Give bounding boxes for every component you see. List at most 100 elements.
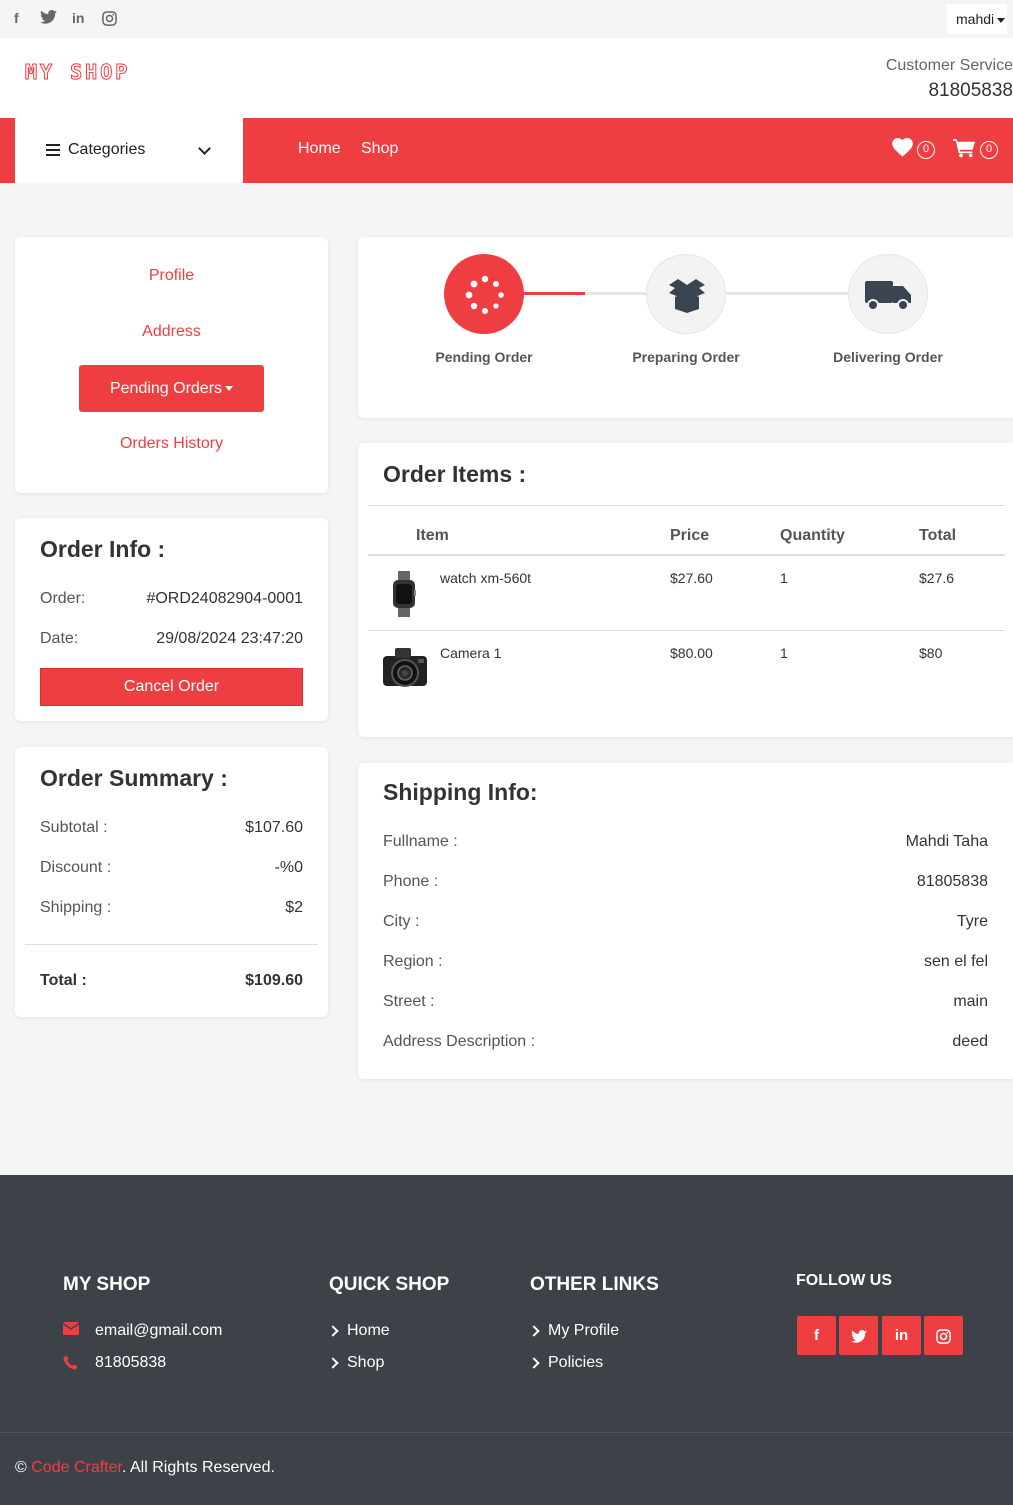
- step-pending: [444, 254, 524, 334]
- caret-down-icon: [997, 17, 1006, 23]
- spinner-icon: [465, 275, 504, 314]
- item-price: $27.60: [670, 570, 713, 586]
- menu-icon: [46, 144, 60, 156]
- street-value: main: [953, 993, 988, 1010]
- order-summary-card: Order Summary : Subtotal : $107.60 Disco…: [15, 747, 328, 1017]
- order-label: Order:: [40, 590, 86, 607]
- menu-profile[interactable]: Profile: [15, 267, 328, 285]
- city-value: Tyre: [956, 913, 988, 930]
- facebook-icon[interactable]: f: [14, 10, 19, 26]
- step-delivering: [848, 254, 928, 334]
- nav-home[interactable]: Home: [298, 140, 341, 158]
- nav-shop[interactable]: Shop: [361, 140, 398, 158]
- copyright-brand-link[interactable]: Code Crafter: [31, 1459, 122, 1476]
- customer-service-phone: 81805838: [928, 80, 1013, 101]
- item-price: $80.00: [670, 645, 713, 661]
- user-name: mahdi: [956, 11, 995, 27]
- table-header-border: [368, 554, 1005, 556]
- shipping-info-card: Shipping Info: Fullname : Mahdi Taha Pho…: [358, 763, 1013, 1079]
- footer-link-home[interactable]: Home: [347, 1322, 390, 1340]
- col-total: Total: [919, 527, 957, 544]
- twitter-icon[interactable]: [40, 10, 57, 27]
- footer-other-heading: OTHER LINKS: [530, 1274, 659, 1295]
- categories-dropdown[interactable]: Categories: [15, 118, 243, 183]
- caret-down-icon: [225, 386, 234, 392]
- copyright-text: . All Rights Reserved.: [121, 1459, 275, 1476]
- order-progress-card: Pending Order Preparing Order Delivering…: [358, 237, 1013, 418]
- watch-icon: [392, 571, 416, 622]
- footer-quick-heading: QUICK SHOP: [329, 1274, 450, 1295]
- address-description-value: deed: [952, 1033, 988, 1050]
- footer-link-shop[interactable]: Shop: [347, 1354, 384, 1372]
- item-total: $80: [919, 645, 943, 661]
- shipping-value: $2: [285, 899, 303, 916]
- total-label: Total :: [40, 972, 87, 989]
- order-info-title: Order Info :: [40, 536, 166, 562]
- footer-divider: [0, 1432, 1013, 1433]
- street-label: Street :: [383, 993, 435, 1010]
- heart-icon[interactable]: [892, 138, 913, 163]
- instagram-icon[interactable]: [102, 11, 117, 29]
- region-label: Region :: [383, 953, 443, 970]
- pending-orders-button[interactable]: Pending Orders: [79, 365, 264, 412]
- phone-value: 81805838: [916, 873, 988, 890]
- facebook-icon[interactable]: f: [797, 1316, 836, 1355]
- pending-orders-label: Pending Orders: [109, 380, 223, 397]
- logo[interactable]: MY SHOP: [24, 60, 130, 85]
- item-name[interactable]: Camera 1: [440, 645, 501, 661]
- cart-count: 0: [980, 141, 998, 159]
- order-info-card: Order Info : Order: #ORD24082904-0001 Da…: [15, 518, 328, 721]
- chevron-right-icon: [327, 1325, 339, 1337]
- user-dropdown[interactable]: mahdi: [947, 4, 1007, 34]
- truck-icon: [865, 281, 911, 311]
- footer-email[interactable]: email@gmail.com: [95, 1322, 222, 1340]
- row-divider: [368, 630, 1005, 631]
- menu-address[interactable]: Address: [15, 323, 328, 341]
- camera-icon: [381, 644, 429, 695]
- copyright-symbol: ©: [15, 1459, 27, 1476]
- footer-phone[interactable]: 81805838: [95, 1354, 166, 1372]
- linkedin-icon[interactable]: in: [882, 1316, 921, 1355]
- twitter-icon[interactable]: [839, 1316, 878, 1355]
- item-name[interactable]: watch xm-560t: [440, 570, 531, 586]
- summary-divider: [25, 944, 318, 945]
- main-nav: Categories Home Shop 0 0: [0, 118, 1013, 183]
- item-quantity: 1: [780, 570, 788, 586]
- order-number: #ORD24082904-0001: [146, 590, 303, 607]
- customer-service-label: Customer Service: [885, 57, 1013, 74]
- menu-orders-history[interactable]: Orders History: [15, 435, 328, 453]
- footer-link-policies[interactable]: Policies: [548, 1354, 603, 1372]
- discount-label: Discount :: [40, 859, 112, 876]
- fullname-value: Mahdi Taha: [905, 833, 988, 850]
- region-value: sen el fel: [923, 953, 988, 970]
- shipping-label: Shipping :: [40, 899, 112, 916]
- footer-link-my-profile[interactable]: My Profile: [548, 1322, 619, 1340]
- subtotal-label: Subtotal :: [40, 819, 108, 836]
- table-top-border: [368, 505, 1005, 506]
- chevron-down-icon: [198, 142, 211, 155]
- address-description-label: Address Description :: [383, 1033, 536, 1050]
- categories-label: Categories: [68, 141, 146, 158]
- linkedin-icon[interactable]: in: [72, 10, 84, 26]
- item-quantity: 1: [780, 645, 788, 661]
- wishlist-count: 0: [917, 141, 935, 159]
- step-label-preparing: Preparing Order: [632, 349, 740, 365]
- order-summary-title: Order Summary :: [40, 765, 228, 791]
- order-items-card: Order Items : Item Price Quantity Total …: [358, 443, 1013, 737]
- item-total: $27.6: [919, 570, 955, 586]
- cart-icon[interactable]: [953, 138, 976, 164]
- top-bar: f in mahdi: [0, 0, 1013, 38]
- subtotal-value: $107.60: [245, 819, 303, 836]
- phone-label: Phone :: [383, 873, 439, 890]
- site-footer: MY SHOP email@gmail.com 81805838 QUICK S…: [0, 1175, 1013, 1505]
- account-menu: Profile Address Pending Orders Orders Hi…: [15, 237, 328, 493]
- instagram-icon[interactable]: [924, 1316, 963, 1355]
- date-label: Date:: [40, 630, 79, 647]
- chevron-right-icon: [528, 1325, 540, 1337]
- chevron-right-icon: [528, 1357, 540, 1369]
- site-header: MY SHOP Customer Service 81805838: [0, 38, 1013, 118]
- order-date: 29/08/2024 23:47:20: [156, 630, 303, 647]
- cancel-order-button[interactable]: Cancel Order: [40, 668, 303, 706]
- step-preparing: [646, 254, 726, 334]
- col-price: Price: [670, 527, 710, 544]
